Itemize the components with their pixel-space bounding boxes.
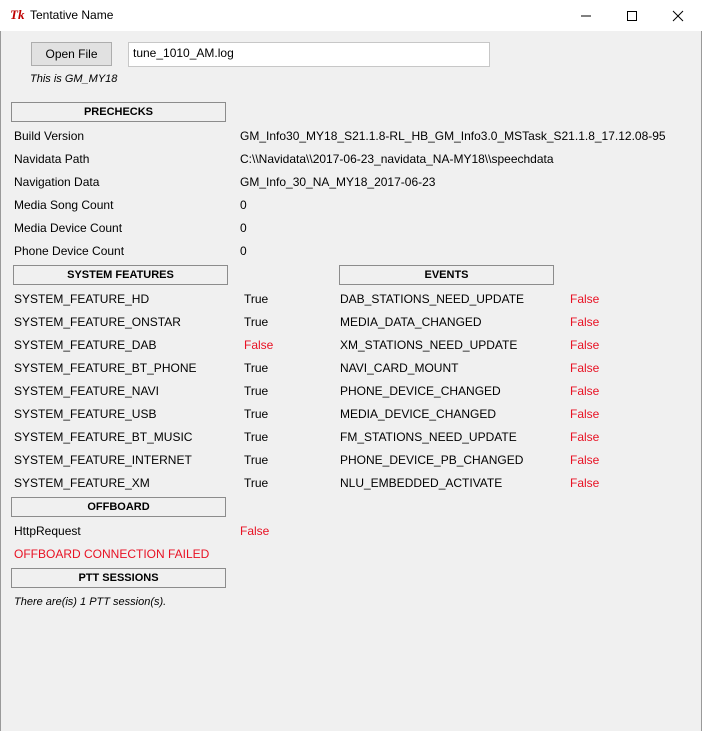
version-note: This is GM_MY18	[30, 73, 118, 85]
media-song-count-value: 0	[240, 198, 247, 212]
feature-internet-value: True	[244, 453, 269, 467]
maximize-button[interactable]	[609, 0, 655, 31]
event-dab-stations-value: False	[570, 292, 600, 306]
event-nlu-value: False	[570, 476, 600, 490]
ptt-sessions-header: PTT SESSIONS	[11, 568, 226, 588]
http-request-label: HttpRequest	[14, 524, 81, 538]
feature-bt-music-value: True	[244, 430, 269, 444]
feature-hd-label: SYSTEM_FEATURE_HD	[14, 292, 150, 306]
event-phone-pb-value: False	[570, 453, 600, 467]
close-icon	[672, 10, 684, 22]
feature-bt-music-label: SYSTEM_FEATURE_BT_MUSIC	[14, 430, 193, 444]
event-phone-device-label: PHONE_DEVICE_CHANGED	[340, 384, 501, 398]
phone-device-count-value: 0	[240, 244, 247, 258]
feature-onstar-value: True	[244, 315, 269, 329]
build-version-value: GM_Info30_MY18_S21.1.8-RL_HB_GM_Info3.0_…	[240, 129, 666, 143]
window-title: Tentative Name	[30, 8, 114, 22]
feature-xm-label: SYSTEM_FEATURE_XM	[14, 476, 150, 490]
prechecks-header: PRECHECKS	[11, 102, 226, 122]
navidata-path-value: C:\\Navidata\\2017-06-23_navidata_NA-MY1…	[240, 152, 554, 166]
media-song-count-label: Media Song Count	[14, 198, 114, 212]
media-device-count-label: Media Device Count	[14, 221, 123, 235]
offboard-header: OFFBOARD	[11, 497, 226, 517]
feature-internet-label: SYSTEM_FEATURE_INTERNET	[14, 453, 192, 467]
file-path-input[interactable]: tune_1010_AM.log	[128, 42, 490, 67]
feature-hd-value: True	[244, 292, 269, 306]
events-header: EVENTS	[339, 265, 554, 285]
maximize-icon	[627, 11, 637, 21]
event-navi-card-value: False	[570, 361, 600, 375]
feature-usb-label: SYSTEM_FEATURE_USB	[14, 407, 157, 421]
event-media-device-label: MEDIA_DEVICE_CHANGED	[340, 407, 497, 421]
phone-device-count-label: Phone Device Count	[14, 244, 125, 258]
event-media-data-label: MEDIA_DATA_CHANGED	[340, 315, 482, 329]
feature-navi-label: SYSTEM_FEATURE_NAVI	[14, 384, 159, 398]
event-xm-stations-value: False	[570, 338, 600, 352]
window-frame-left	[0, 31, 1, 731]
event-xm-stations-label: XM_STATIONS_NEED_UPDATE	[340, 338, 518, 352]
feature-onstar-label: SYSTEM_FEATURE_ONSTAR	[14, 315, 181, 329]
feature-usb-value: True	[244, 407, 269, 421]
event-phone-device-value: False	[570, 384, 600, 398]
event-nlu-label: NLU_EMBEDDED_ACTIVATE	[340, 476, 503, 490]
event-dab-stations-label: DAB_STATIONS_NEED_UPDATE	[340, 292, 525, 306]
open-file-button[interactable]: Open File	[31, 42, 112, 66]
build-version-label: Build Version	[14, 129, 85, 143]
media-device-count-value: 0	[240, 221, 247, 235]
navigation-data-value: GM_Info_30_NA_MY18_2017-06-23	[240, 175, 436, 189]
ptt-summary-text: There are(is) 1 PTT session(s).	[14, 596, 167, 608]
event-media-device-value: False	[570, 407, 600, 421]
event-fm-stations-value: False	[570, 430, 600, 444]
close-button[interactable]	[655, 0, 701, 31]
tk-feather-icon: Tk	[10, 7, 25, 22]
feature-dab-label: SYSTEM_FEATURE_DAB	[14, 338, 157, 352]
feature-bt-phone-label: SYSTEM_FEATURE_BT_PHONE	[14, 361, 197, 375]
event-phone-pb-label: PHONE_DEVICE_PB_CHANGED	[340, 453, 524, 467]
feature-xm-value: True	[244, 476, 269, 490]
navigation-data-label: Navigation Data	[14, 175, 100, 189]
title-bar: Tk Tentative Name	[0, 0, 702, 31]
offboard-status-text: OFFBOARD CONNECTION FAILED	[14, 547, 210, 561]
event-navi-card-label: NAVI_CARD_MOUNT	[340, 361, 459, 375]
minimize-icon	[581, 15, 591, 17]
feature-dab-value: False	[244, 338, 274, 352]
feature-navi-value: True	[244, 384, 269, 398]
navidata-path-label: Navidata Path	[14, 152, 90, 166]
http-request-value: False	[240, 524, 270, 538]
minimize-button[interactable]	[563, 0, 609, 31]
feature-bt-phone-value: True	[244, 361, 269, 375]
system-features-header: SYSTEM FEATURES	[13, 265, 228, 285]
event-media-data-value: False	[570, 315, 600, 329]
event-fm-stations-label: FM_STATIONS_NEED_UPDATE	[340, 430, 517, 444]
